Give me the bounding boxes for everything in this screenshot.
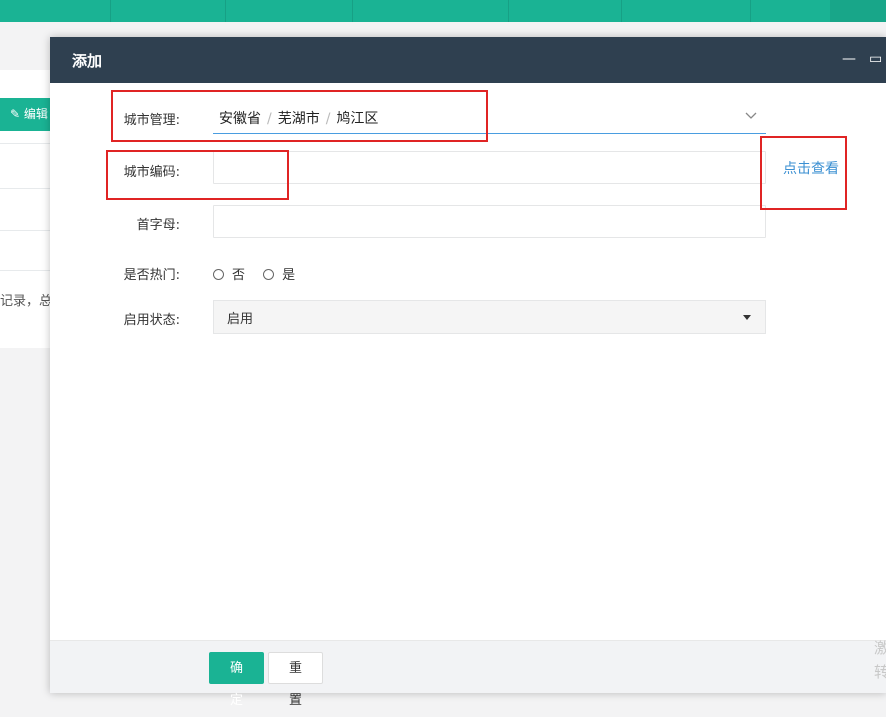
topbar-divider (508, 0, 509, 22)
hot-option-yes[interactable]: 是 (263, 264, 295, 283)
caret-down-icon[interactable] (743, 315, 751, 320)
chevron-down-icon[interactable] (744, 108, 758, 122)
radio-circle-icon[interactable] (263, 269, 275, 280)
dialog-footer: 确定 重置 (50, 640, 886, 708)
background-edit-button[interactable]: ✎ 编辑 (0, 98, 56, 131)
status-label: 启用状态: (123, 313, 180, 328)
minimize-icon[interactable]: — (842, 51, 856, 67)
topbar-divider (352, 0, 353, 22)
hot-label: 是否热门: (123, 268, 180, 283)
watermark-line: 转 (874, 663, 886, 681)
topbar-divider (110, 0, 111, 22)
radio-circle-icon[interactable] (213, 269, 224, 280)
background-topbar (0, 0, 886, 22)
hot-option-no-label: 否 (232, 268, 246, 283)
hot-option-yes-label: 是 (282, 268, 296, 283)
highlight-box-view-link (760, 136, 847, 210)
topbar-divider (621, 0, 622, 22)
highlight-box-city-code (106, 150, 289, 200)
initial-label: 首字母: (136, 218, 180, 233)
status-value: 启用 (227, 312, 254, 327)
city-code-input[interactable] (213, 151, 766, 184)
topbar-divider (225, 0, 226, 22)
topbar-active-segment (830, 0, 886, 22)
dialog-title: 添加 (72, 52, 103, 70)
hot-option-no[interactable]: 否 (213, 264, 245, 283)
topbar-divider (750, 0, 751, 22)
status-select[interactable]: 启用 (213, 300, 766, 334)
maximize-icon[interactable]: ▭ (869, 51, 882, 67)
reset-button[interactable]: 重置 (268, 652, 323, 708)
highlight-box-city-manage (111, 90, 488, 142)
background-record-text: 记录，总 (0, 294, 53, 309)
watermark-line: 激 (874, 639, 886, 657)
watermark-text: 激 转 (874, 636, 886, 684)
hot-radio-group: 否 是 (213, 264, 309, 283)
confirm-button[interactable]: 确定 (209, 652, 264, 708)
dialog-header: 添加 — ▭ (50, 37, 886, 83)
initial-input[interactable] (213, 205, 766, 238)
